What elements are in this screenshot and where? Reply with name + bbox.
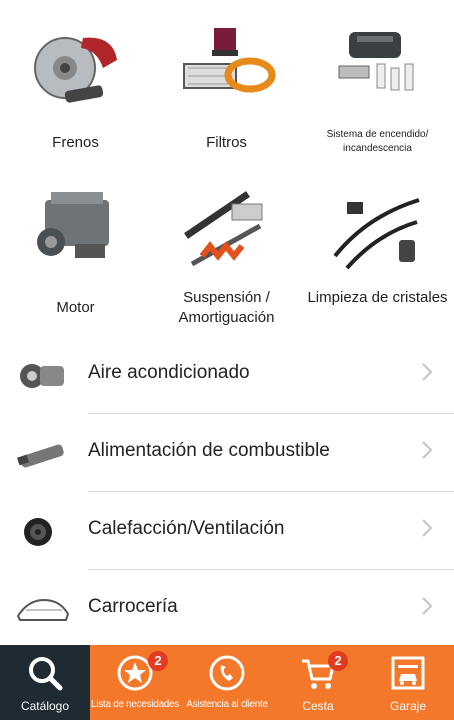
tab-label: Cesta — [302, 699, 334, 713]
chevron-right-icon — [422, 441, 433, 459]
list-item-aire-acondicionado[interactable]: Aire acondicionado — [0, 336, 454, 414]
category-tile-limpieza[interactable]: Limpieza de cristales — [302, 180, 453, 330]
category-tile-encendido[interactable]: Sistema de encendido/ incandescencia — [302, 0, 453, 170]
tab-cart[interactable]: 2 Cesta — [274, 645, 362, 720]
tab-catalog[interactable]: Catálogo — [0, 645, 90, 720]
wipers-icon — [333, 198, 420, 270]
engine-icon — [37, 192, 109, 258]
cart-count-badge: 2 — [328, 651, 348, 671]
tab-label: Lista de necesidades — [91, 699, 179, 710]
category-tile-filtros[interactable]: Filtros — [151, 0, 302, 170]
category-tile-label: Motor — [56, 299, 95, 316]
chevron-right-icon — [422, 519, 433, 537]
fuel-pump-icon — [17, 444, 64, 468]
wishlist-count-badge: 2 — [148, 651, 168, 671]
category-tile-label: Filtros — [206, 134, 247, 151]
list-item-alimentacion-combustible[interactable]: Alimentación de combustible — [0, 414, 454, 492]
tab-label: Asistencia al cliente — [186, 699, 268, 710]
ac-compressor-icon — [20, 364, 64, 388]
category-tile-frenos[interactable]: Frenos — [0, 0, 151, 170]
ignition-icon — [338, 32, 414, 91]
category-tile-label: Limpieza de cristales — [307, 289, 448, 306]
list-item-label: Calefacción/Ventilación — [88, 518, 285, 539]
category-tile-motor[interactable]: Motor — [0, 180, 151, 330]
bottom-tab-bar: Catálogo 2 Lista de necesidades Asistenc… — [0, 645, 454, 720]
search-icon — [29, 657, 63, 691]
list-item-calefaccion-ventilacion[interactable]: Calefacción/Ventilación — [0, 492, 454, 570]
category-tile-suspension[interactable]: Suspensión / Amortiguación — [151, 180, 302, 330]
filters-icon — [183, 28, 276, 93]
list-item-label: Aire acondicionado — [88, 362, 250, 383]
blower-fan-icon — [24, 518, 52, 546]
garage-icon — [391, 656, 425, 690]
category-tile-label: Frenos — [52, 134, 99, 151]
list-item-label: Alimentación de combustible — [88, 440, 330, 461]
tab-support[interactable]: Asistencia al cliente — [180, 645, 274, 720]
tab-label: Catálogo — [20, 699, 70, 713]
tab-wishlist[interactable]: 2 Lista de necesidades — [90, 645, 180, 720]
body-parts-icon — [16, 598, 70, 621]
brakes-icon — [34, 37, 117, 103]
category-tile-label: Suspensión / Amortiguación — [178, 289, 275, 326]
category-tile-label: Sistema de encendido/ incandescencia — [326, 129, 429, 154]
list-item-label: Carrocería — [88, 596, 178, 617]
tab-label: Garaje — [389, 699, 427, 713]
chevron-right-icon — [422, 597, 433, 615]
chevron-right-icon — [422, 363, 433, 381]
suspension-icon — [184, 191, 263, 267]
phone-icon — [209, 655, 245, 691]
tab-garage[interactable]: Garaje — [362, 645, 454, 720]
list-item-carroceria[interactable]: Carrocería — [0, 570, 454, 648]
